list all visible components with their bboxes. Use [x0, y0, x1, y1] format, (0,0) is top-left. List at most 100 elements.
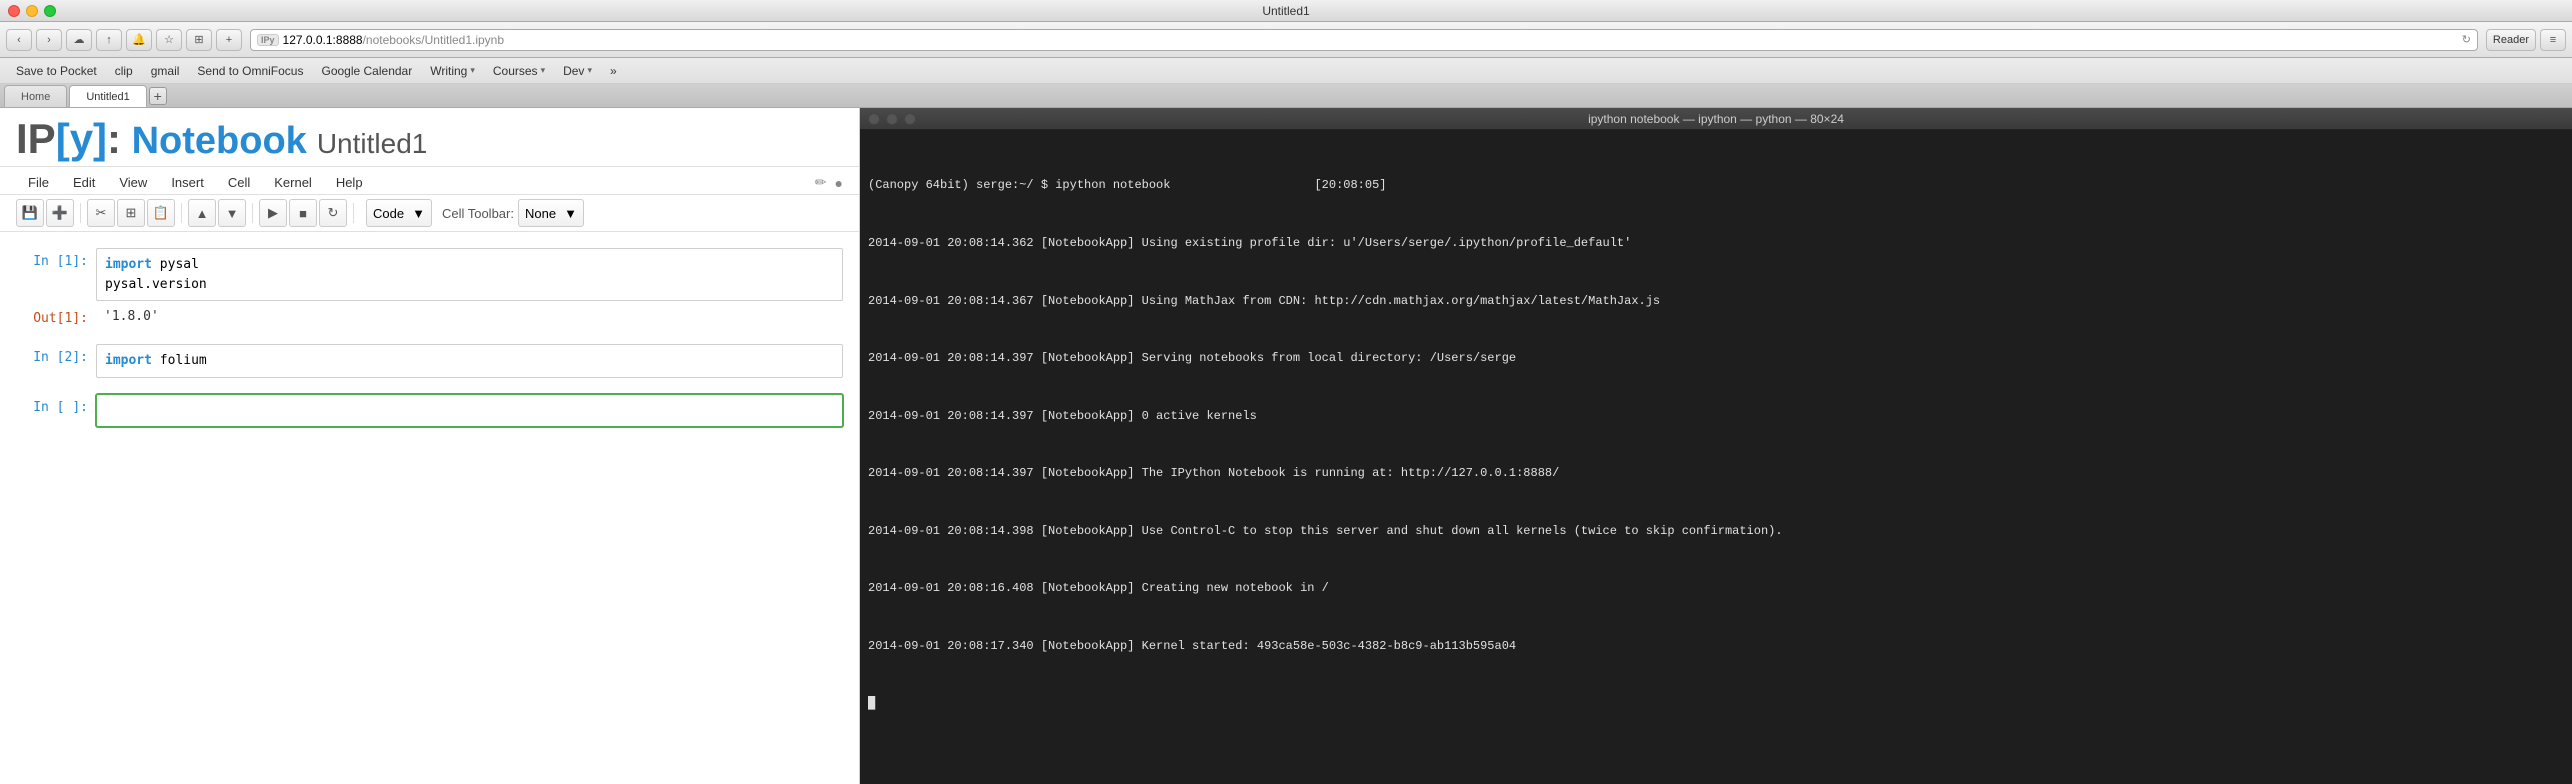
edit-icon[interactable]: ✏	[815, 174, 827, 191]
window-title: Untitled1	[1262, 4, 1309, 18]
sidebar-toggle-button[interactable]: ≡	[2540, 29, 2566, 51]
keyword-import-2: import	[105, 353, 152, 368]
cell-group-out1: Out[1]: '1.8.0'	[16, 305, 843, 328]
terminal-line-4: 2014-09-01 20:08:14.397 [NotebookApp] 0 …	[868, 407, 2564, 426]
cell-prompt-in3: In [ ]:	[16, 394, 96, 415]
toolbar-sep-1	[80, 203, 81, 223]
maximize-button[interactable]	[44, 5, 56, 17]
bookmark-omnifocus[interactable]: Send to OmniFocus	[189, 62, 311, 80]
cell-code-line-1: import pysal	[105, 255, 834, 275]
menu-insert[interactable]: Insert	[159, 171, 216, 194]
bookmark-pocket[interactable]: Save to Pocket	[8, 62, 105, 80]
cell-toolbar-select[interactable]: None ▼	[518, 199, 584, 227]
terminal-title-bar: ipython notebook — ipython — python — 80…	[860, 108, 2572, 130]
trusted-icon[interactable]: ●	[835, 175, 843, 191]
browser-toolbar: ‹ › ☁ ↑ 🔔 ☆ ⊞ + IPy 127.0.0.1:8888/noteb…	[0, 22, 2572, 58]
add-tab-button[interactable]: +	[216, 29, 242, 51]
bookmark-gmail[interactable]: gmail	[143, 62, 188, 80]
logo-nb: Notebook	[121, 120, 307, 162]
toolbar-sep-2	[181, 203, 182, 223]
cell-code-1[interactable]: import pysal pysal.version	[96, 248, 843, 301]
menu-edit[interactable]: Edit	[61, 171, 107, 194]
tab-home[interactable]: Home	[4, 85, 67, 107]
terminal-content: (Canopy 64bit) serge:~/ $ ipython notebo…	[860, 130, 2572, 784]
terminal-line-5: 2014-09-01 20:08:14.397 [NotebookApp] Th…	[868, 464, 2564, 483]
move-down-button[interactable]: ▼	[218, 199, 246, 227]
terminal-close[interactable]	[868, 113, 880, 125]
cell-toolbar-group: Cell Toolbar: None ▼	[442, 199, 584, 227]
forward-button[interactable]: ›	[36, 29, 62, 51]
cell-type-select[interactable]: Code ▼	[366, 199, 432, 227]
cell-code-line-2: pysal.version	[105, 275, 834, 295]
cell-prompt-in2: In [2]:	[16, 344, 96, 365]
copy-button[interactable]: ⊞	[186, 29, 212, 51]
notebook-logo: IP[y]: Notebook	[16, 118, 307, 160]
bookmark-courses[interactable]: Courses ▾	[485, 62, 553, 80]
back-button[interactable]: ‹	[6, 29, 32, 51]
address-host: 127.0.0.1:8888	[283, 33, 363, 47]
bookmark-writing[interactable]: Writing ▾	[422, 62, 483, 80]
save-button[interactable]: 💾	[16, 199, 44, 227]
notebook-name[interactable]: Untitled1	[317, 128, 428, 160]
notebook-toolbar: 💾 ➕ ✂ ⊞ 📋 ▲ ▼ ▶ ■ ↻ Code ▼ Cell Toolbar:…	[0, 195, 859, 232]
tab-untitled1[interactable]: Untitled1	[69, 85, 146, 107]
cloud-button[interactable]: ☁	[66, 29, 92, 51]
cell-code-3[interactable]	[96, 394, 843, 428]
menu-file[interactable]: File	[16, 171, 61, 194]
notebook-content: In [1]: import pysal pysal.version Out[1…	[0, 232, 859, 784]
notebook-icons: ✏ ●	[815, 174, 843, 191]
minimize-button[interactable]	[26, 5, 38, 17]
logo-colon: :	[107, 115, 121, 162]
menu-view[interactable]: View	[107, 171, 159, 194]
add-cell-button[interactable]: ➕	[46, 199, 74, 227]
terminal-line-7: 2014-09-01 20:08:16.408 [NotebookApp] Cr…	[868, 579, 2564, 598]
traffic-lights	[8, 5, 56, 17]
cell-type-arrow: ▼	[412, 206, 425, 221]
terminal-line-0: (Canopy 64bit) serge:~/ $ ipython notebo…	[868, 176, 2564, 195]
share-button[interactable]: ↑	[96, 29, 122, 51]
logo-y: y	[70, 115, 93, 162]
cell-type-label: Code	[373, 206, 404, 221]
restart-button[interactable]: ↻	[319, 199, 347, 227]
terminal-line-1: 2014-09-01 20:08:14.362 [NotebookApp] Us…	[868, 234, 2564, 253]
cut-button[interactable]: ✂	[87, 199, 115, 227]
cell-code-2[interactable]: import folium	[96, 344, 843, 378]
new-tab-button[interactable]: +	[149, 87, 167, 105]
notebook-header: IP[y]: Notebook Untitled1	[0, 108, 859, 167]
menu-cell[interactable]: Cell	[216, 171, 262, 194]
bookmark-calendar[interactable]: Google Calendar	[313, 62, 420, 80]
stop-button[interactable]: ■	[289, 199, 317, 227]
notebook-menubar: File Edit View Insert Cell Kernel Help ✏…	[0, 167, 859, 195]
jupyter-panel: IP[y]: Notebook Untitled1 File Edit View…	[0, 108, 860, 784]
terminal-line-6: 2014-09-01 20:08:14.398 [NotebookApp] Us…	[868, 522, 2564, 541]
menu-help[interactable]: Help	[324, 171, 375, 194]
close-button[interactable]	[8, 5, 20, 17]
notebook-title-row: IP[y]: Notebook Untitled1	[16, 118, 843, 160]
terminal-line-2: 2014-09-01 20:08:14.367 [NotebookApp] Us…	[868, 292, 2564, 311]
cell-group-1: In [1]: import pysal pysal.version	[16, 248, 843, 301]
bookmark-dev[interactable]: Dev ▾	[555, 62, 600, 80]
terminal-maximize[interactable]	[904, 113, 916, 125]
copy-cell-button[interactable]: ⊞	[117, 199, 145, 227]
output-text-1: '1.8.0'	[104, 309, 159, 324]
run-button[interactable]: ▶	[259, 199, 287, 227]
address-bar[interactable]: IPy 127.0.0.1:8888/notebooks/Untitled1.i…	[250, 29, 2478, 51]
terminal-line-8: 2014-09-01 20:08:17.340 [NotebookApp] Ke…	[868, 637, 2564, 656]
bookmark-button[interactable]: ☆	[156, 29, 182, 51]
logo-bracket-close: ]	[93, 115, 107, 162]
menu-kernel[interactable]: Kernel	[262, 171, 324, 194]
cell-prompt-out1: Out[1]:	[16, 305, 96, 326]
note-button[interactable]: 🔔	[126, 29, 152, 51]
paste-button[interactable]: 📋	[147, 199, 175, 227]
address-text: 127.0.0.1:8888/notebooks/Untitled1.ipynb	[283, 33, 2462, 47]
bookmark-clip[interactable]: clip	[107, 62, 141, 80]
cell-output-1: '1.8.0'	[96, 305, 843, 328]
reader-button[interactable]: Reader	[2486, 29, 2536, 51]
cell-toolbar-value: None	[525, 206, 556, 221]
terminal-minimize[interactable]	[886, 113, 898, 125]
bookmark-more[interactable]: »	[602, 62, 625, 80]
logo-bracket: [	[56, 115, 70, 162]
terminal-traffic-lights	[868, 113, 916, 125]
reload-icon[interactable]: ↻	[2462, 33, 2471, 46]
move-up-button[interactable]: ▲	[188, 199, 216, 227]
